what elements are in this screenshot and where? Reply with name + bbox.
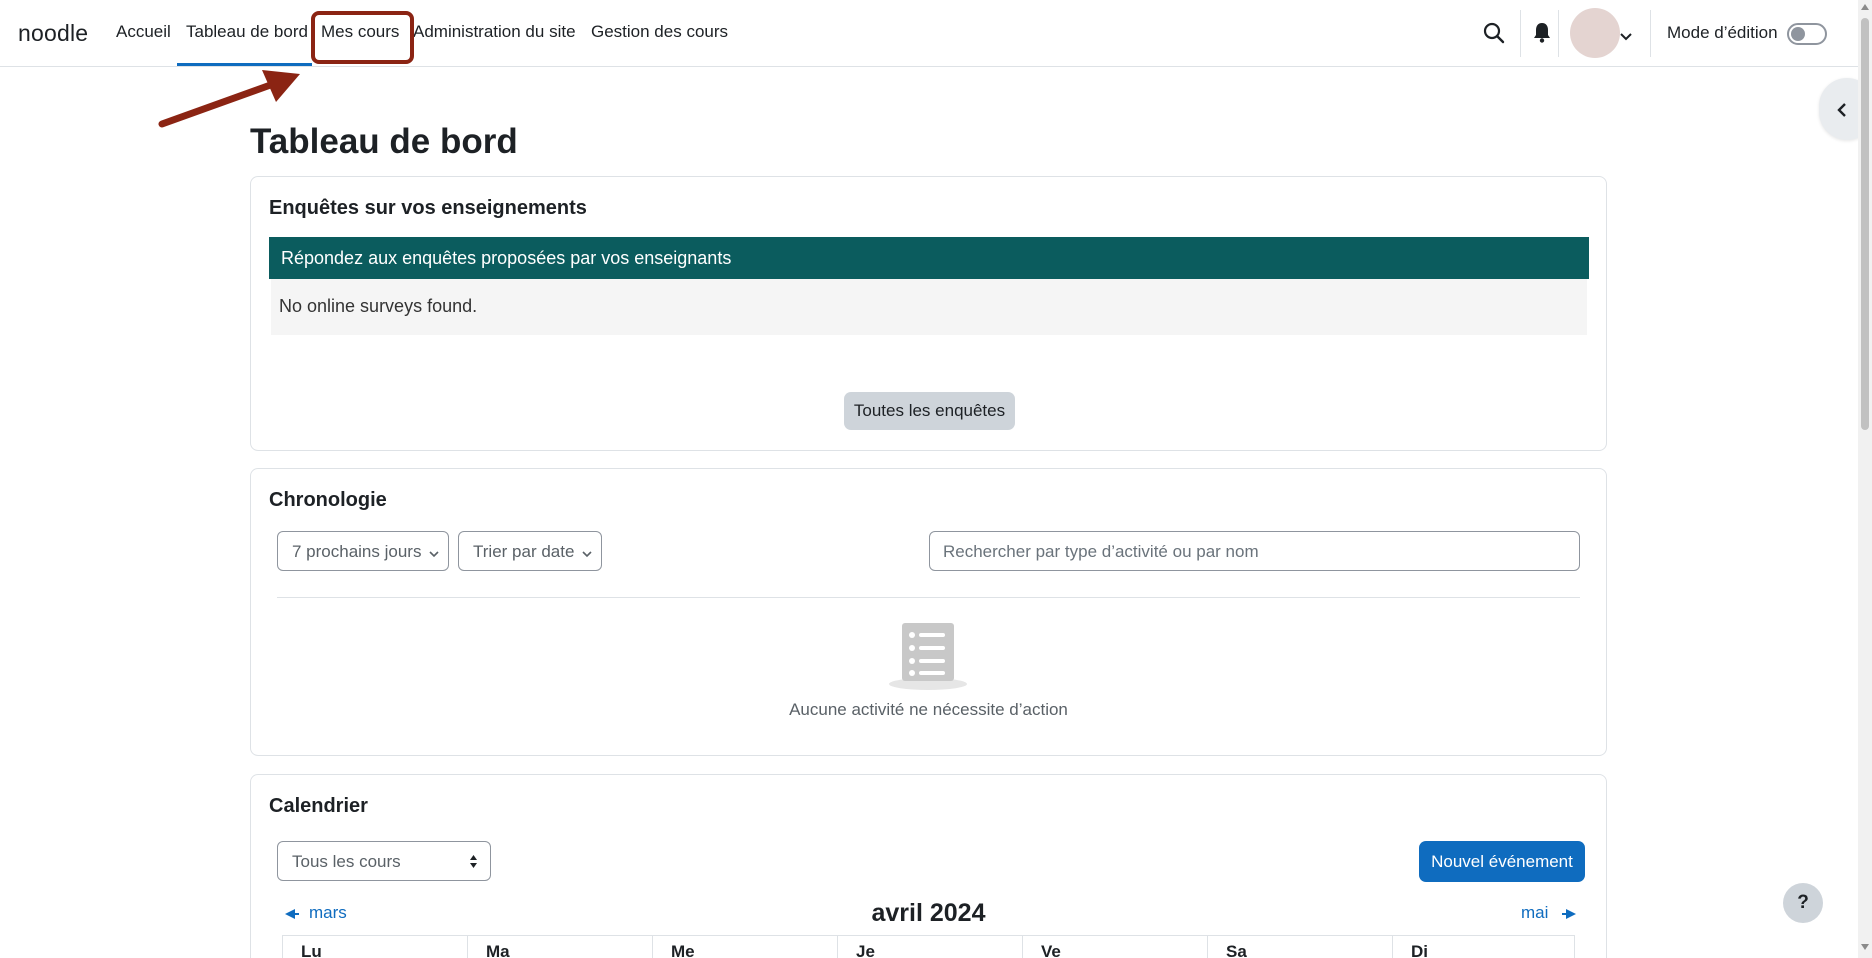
nav-item-accueil[interactable]: Accueil bbox=[116, 22, 171, 42]
timeline-block: Chronologie 7 prochains jours Trier par … bbox=[250, 468, 1607, 756]
page-scrollbar[interactable] bbox=[1858, 0, 1872, 958]
calendar-course-select-label: Tous les cours bbox=[292, 852, 401, 871]
edit-mode-toggle[interactable] bbox=[1787, 23, 1827, 45]
search-icon[interactable] bbox=[1483, 22, 1505, 49]
timeline-search-placeholder: Rechercher par type d’activité ou par no… bbox=[943, 542, 1259, 561]
all-surveys-button[interactable]: Toutes les enquêtes bbox=[844, 392, 1015, 430]
timeline-sort-label: Trier par date bbox=[473, 542, 575, 561]
chevron-left-icon bbox=[1837, 103, 1846, 117]
arrow-right-icon bbox=[1562, 908, 1577, 919]
chevron-down-icon[interactable] bbox=[1620, 28, 1632, 46]
timeline-block-title: Chronologie bbox=[269, 489, 387, 511]
surveys-header: Répondez aux enquêtes proposées par vos … bbox=[269, 237, 1589, 279]
timeline-day-filter[interactable]: 7 prochains jours bbox=[277, 531, 449, 571]
nav-divider bbox=[1520, 10, 1521, 57]
help-button[interactable]: ? bbox=[1783, 883, 1823, 923]
next-month-link[interactable]: mai bbox=[1521, 903, 1577, 923]
calendar-day-headers: Lu Ma Me Je Ve Sa Di bbox=[282, 935, 1575, 958]
avatar[interactable] bbox=[1570, 8, 1620, 58]
edit-mode-label: Mode d’édition bbox=[1667, 23, 1778, 42]
next-month-label: mai bbox=[1521, 903, 1549, 922]
day-header: Lu bbox=[282, 935, 467, 958]
activity-list-icon bbox=[889, 623, 967, 690]
chevron-down-icon bbox=[582, 543, 592, 563]
day-header: Ma bbox=[467, 935, 652, 958]
page-title: Tableau de bord bbox=[250, 122, 518, 161]
timeline-divider bbox=[277, 597, 1580, 598]
surveys-empty-message: No online surveys found. bbox=[271, 279, 1587, 335]
day-header: Ve bbox=[1022, 935, 1207, 958]
calendar-month-title: avril 2024 bbox=[871, 899, 986, 927]
new-event-button[interactable]: Nouvel événement bbox=[1419, 841, 1585, 882]
day-header: Di bbox=[1392, 935, 1575, 958]
surveys-block-title: Enquêtes sur vos enseignements bbox=[269, 197, 587, 219]
annotation-highlight-box bbox=[311, 11, 414, 64]
nav-item-administration[interactable]: Administration du site bbox=[413, 22, 576, 42]
nav-divider bbox=[1558, 10, 1559, 57]
bell-icon[interactable] bbox=[1533, 22, 1551, 48]
scroll-up-icon[interactable] bbox=[1861, 4, 1869, 10]
chevron-down-icon bbox=[429, 543, 440, 563]
nav-item-gestion-des-cours[interactable]: Gestion des cours bbox=[591, 22, 728, 42]
timeline-search-input[interactable]: Rechercher par type d’activité ou par no… bbox=[929, 531, 1580, 571]
toggle-knob bbox=[1791, 27, 1805, 41]
nav-divider bbox=[1650, 10, 1651, 57]
sort-updown-icon bbox=[470, 855, 477, 868]
timeline-sort-filter[interactable]: Trier par date bbox=[458, 531, 602, 571]
calendar-block: Calendrier Tous les cours Nouvel événeme… bbox=[250, 774, 1607, 958]
site-brand[interactable]: noodle bbox=[18, 20, 88, 47]
scroll-down-icon[interactable] bbox=[1861, 944, 1869, 950]
top-navbar: noodle Accueil Tableau de bord Mes cours… bbox=[0, 0, 1858, 67]
timeline-day-filter-label: 7 prochains jours bbox=[292, 542, 422, 561]
timeline-empty-message: Aucune activité ne nécessite d’action bbox=[789, 700, 1068, 719]
day-header: Me bbox=[652, 935, 837, 958]
calendar-block-title: Calendrier bbox=[269, 795, 368, 817]
day-header: Sa bbox=[1207, 935, 1392, 958]
day-header: Je bbox=[837, 935, 1022, 958]
surveys-block: Enquêtes sur vos enseignements Répondez … bbox=[250, 176, 1607, 451]
scroll-thumb[interactable] bbox=[1861, 18, 1869, 430]
nav-item-tableau-de-bord[interactable]: Tableau de bord bbox=[186, 22, 308, 42]
calendar-course-select[interactable]: Tous les cours bbox=[277, 841, 491, 881]
